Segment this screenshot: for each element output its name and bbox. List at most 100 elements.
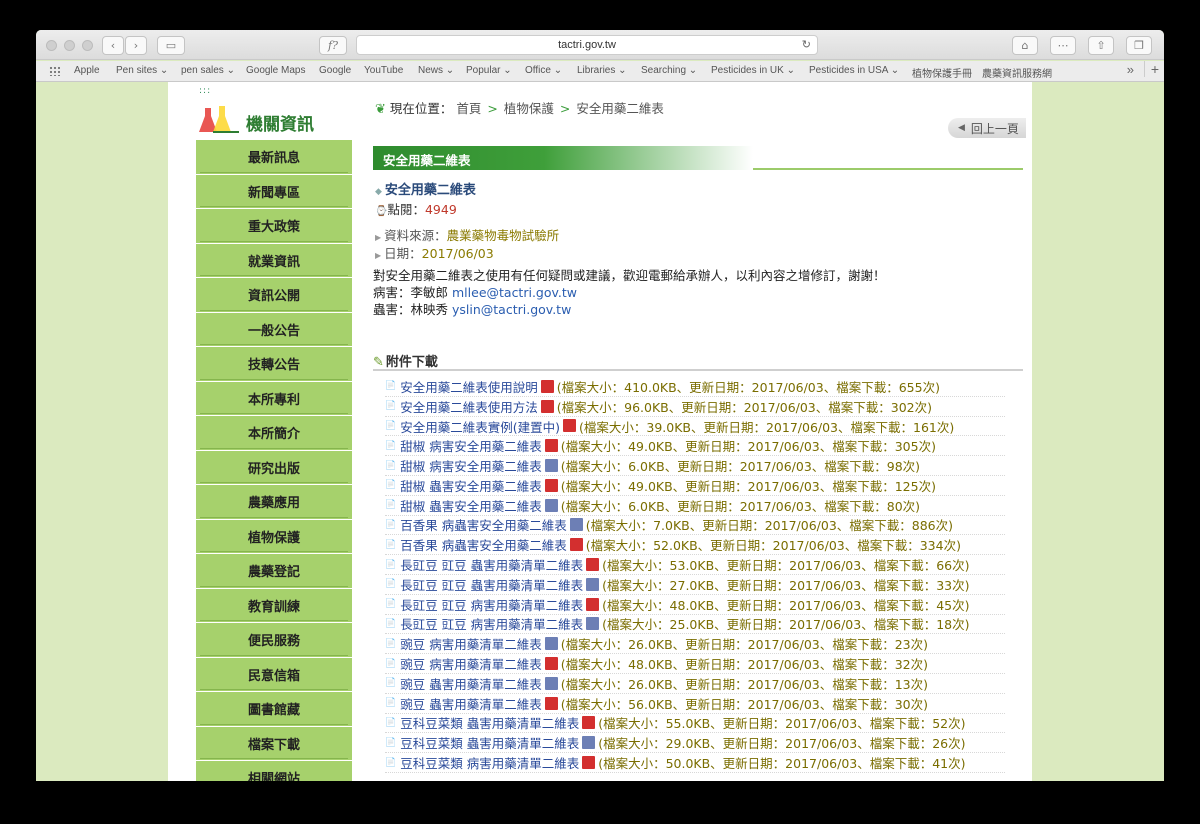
bookmark-item[interactable]: YouTube [364,65,403,76]
pdf-file-icon[interactable] [586,558,600,572]
minimize-window-button[interactable] [64,40,75,51]
sidebar-item-pesticide-use[interactable]: 農藥應用 [196,485,352,520]
forward-nav-button[interactable]: › [125,36,147,55]
bookmark-item[interactable]: Popular ⌄ [466,65,512,76]
bookmark-item[interactable]: Pen sites ⌄ [116,65,168,76]
top-sites-button[interactable]: ⋯ [1050,36,1076,55]
attachment-meta: (檔案大小：410.0KB、更新日期：2017/06/03、檔案下載：655次) [556,379,940,395]
attachment-link[interactable]: 豆科豆菜類 病害用藥清單二維表 [400,753,579,772]
bookmark-item[interactable]: Google [319,65,351,76]
new-tab-icon[interactable]: + [1143,61,1159,77]
breadcrumb-plant-protection-link[interactable]: 植物保護 [504,101,554,116]
date-info: ▶ 日期：2017/06/03 [375,243,494,262]
sidebar-item-services[interactable]: 便民服務 [196,623,352,658]
sidebar-item-plant-protection[interactable]: 植物保護 [196,519,352,554]
sidebar-item-tech-transfer[interactable]: 技轉公告 [196,347,352,382]
attachment-link[interactable]: 豆科豆菜類 蟲害用藥清單二維表 [400,733,579,752]
attachment-link[interactable]: 安全用藥二維表實例(建置中) [400,417,560,436]
bookmark-item[interactable]: Google Maps [246,65,305,76]
pdf-file-icon[interactable] [544,657,558,671]
sidebar-item-mailbox[interactable]: 民意信箱 [196,657,352,692]
share-button[interactable]: ⇧ [1088,36,1114,55]
attachment-link[interactable]: 豌豆 病害用藥清單二維表 [400,634,541,653]
odt-file-icon[interactable] [569,518,583,532]
sidebar-item-disclosure[interactable]: 資訊公開 [196,278,352,313]
close-window-button[interactable] [46,40,57,51]
zoom-window-button[interactable] [82,40,93,51]
pdf-file-icon[interactable] [544,439,558,453]
sidebar-item-library[interactable]: 圖書館藏 [196,692,352,727]
attachment-link[interactable]: 安全用藥二維表使用方法 [400,397,538,416]
back-nav-button[interactable]: ‹ [102,36,124,55]
attachment-link[interactable]: 豆科豆菜類 蟲害用藥清單二維表 [400,713,579,732]
sidebar-item-about[interactable]: 本所簡介 [196,416,352,451]
odt-file-icon[interactable] [586,617,600,631]
attachment-link[interactable]: 百香果 病蟲害安全用藥二維表 [400,515,566,534]
sidebar-item-links[interactable]: 相關網站 [196,761,352,781]
pdf-file-icon[interactable] [582,716,596,730]
address-bar[interactable]: tactri.gov.tw ↻ [356,35,818,55]
sidebar-item-downloads[interactable]: 檔案下載 [196,726,352,761]
reload-icon[interactable]: ↻ [802,38,811,51]
sidebar-item-training[interactable]: 教育訓練 [196,588,352,623]
sidebar-item-news[interactable]: 新聞專區 [196,174,352,209]
attachment-link[interactable]: 甜椒 蟲害安全用藥二維表 [400,496,541,515]
home-button[interactable]: ⌂ [1012,36,1038,55]
contact-pest-email-link[interactable]: yslin@tactri.gov.tw [452,302,571,317]
more-bookmarks-icon[interactable]: » [1127,62,1134,77]
attachment-meta: (檔案大小：96.0KB、更新日期：2017/06/03、檔案下載：302次) [556,399,932,415]
sidebar-item-announcements[interactable]: 一般公告 [196,312,352,347]
bookmark-item[interactable]: Apple [74,65,100,76]
attachment-link[interactable]: 甜椒 病害安全用藥二維表 [400,456,541,475]
bookmark-item[interactable]: Office ⌄ [525,65,562,76]
odt-file-icon[interactable] [544,459,558,473]
bookmark-item[interactable]: Pesticides in USA ⌄ [809,65,899,76]
sidebar-item-publications[interactable]: 研究出版 [196,450,352,485]
attachment-link[interactable]: 安全用藥二維表使用說明 [400,377,538,396]
attachment-link[interactable]: 甜椒 蟲害安全用藥二維表 [400,476,541,495]
odt-file-icon[interactable] [544,498,558,512]
bookmark-item[interactable]: 植物保護手冊 [912,65,972,80]
attachment-link[interactable]: 豌豆 病害用藥清單二維表 [400,654,541,673]
bookmark-item[interactable]: Searching ⌄ [641,65,697,76]
reader-button[interactable]: f? [319,36,347,55]
odt-file-icon[interactable] [544,676,558,690]
attachment-link[interactable]: 長豇豆 豇豆 病害用藥清單二維表 [400,595,583,614]
sidebar-item-jobs[interactable]: 就業資訊 [196,243,352,278]
pdf-file-icon[interactable] [540,379,554,393]
breadcrumb-home-link[interactable]: 首頁 [456,101,481,116]
sidebar-item-registration[interactable]: 農藥登記 [196,554,352,589]
pdf-file-icon[interactable] [544,696,558,710]
bookmark-item[interactable]: Libraries ⌄ [577,65,627,76]
odt-file-icon[interactable] [544,637,558,651]
attachment-link[interactable]: 長豇豆 豇豆 蟲害用藥清單二維表 [400,575,583,594]
sidebar-item-policy[interactable]: 重大政策 [196,209,352,244]
bookmark-item[interactable]: News ⌄ [418,65,454,76]
bookmark-item[interactable]: pen sales ⌄ [181,65,235,76]
pdf-file-icon[interactable] [586,597,600,611]
bookmark-item[interactable]: 農藥資訊服務網 [982,65,1052,80]
attachment-link[interactable]: 長豇豆 豇豆 蟲害用藥清單二維表 [400,555,583,574]
pdf-file-icon[interactable] [569,538,583,552]
attachment-link[interactable]: 豌豆 蟲害用藥清單二維表 [400,674,541,693]
bookmarks-grid-icon[interactable] [49,66,60,76]
attachment-link[interactable]: 百香果 病蟲害安全用藥二維表 [400,535,566,554]
attachment-link[interactable]: 甜椒 病害安全用藥二維表 [400,436,541,455]
attachment-row: 📄 甜椒 蟲害安全用藥二維表 (檔案大小：49.0KB、更新日期：2017/06/0… [385,476,1005,496]
sidebar-toggle-button[interactable]: ▭ [157,36,185,55]
sidebar-item-patents[interactable]: 本所專利 [196,381,352,416]
pdf-file-icon[interactable] [582,756,596,770]
pdf-file-icon[interactable] [562,419,576,433]
pdf-file-icon[interactable] [540,399,554,413]
bookmark-item[interactable]: Pesticides in UK ⌄ [711,65,795,76]
document-icon: 📄 [385,480,397,491]
pdf-file-icon[interactable] [544,478,558,492]
attachment-link[interactable]: 長豇豆 豇豆 病害用藥清單二維表 [400,614,583,633]
odt-file-icon[interactable] [586,577,600,591]
attachment-link[interactable]: 豌豆 蟲害用藥清單二維表 [400,694,541,713]
contact-disease-email-link[interactable]: mllee@tactri.gov.tw [452,285,577,300]
tabs-button[interactable]: ❐ [1126,36,1152,55]
odt-file-icon[interactable] [582,736,596,750]
back-button[interactable]: ◀ 回上一頁 [948,118,1026,138]
sidebar-item-latest-news[interactable]: 最新訊息 [196,140,352,175]
